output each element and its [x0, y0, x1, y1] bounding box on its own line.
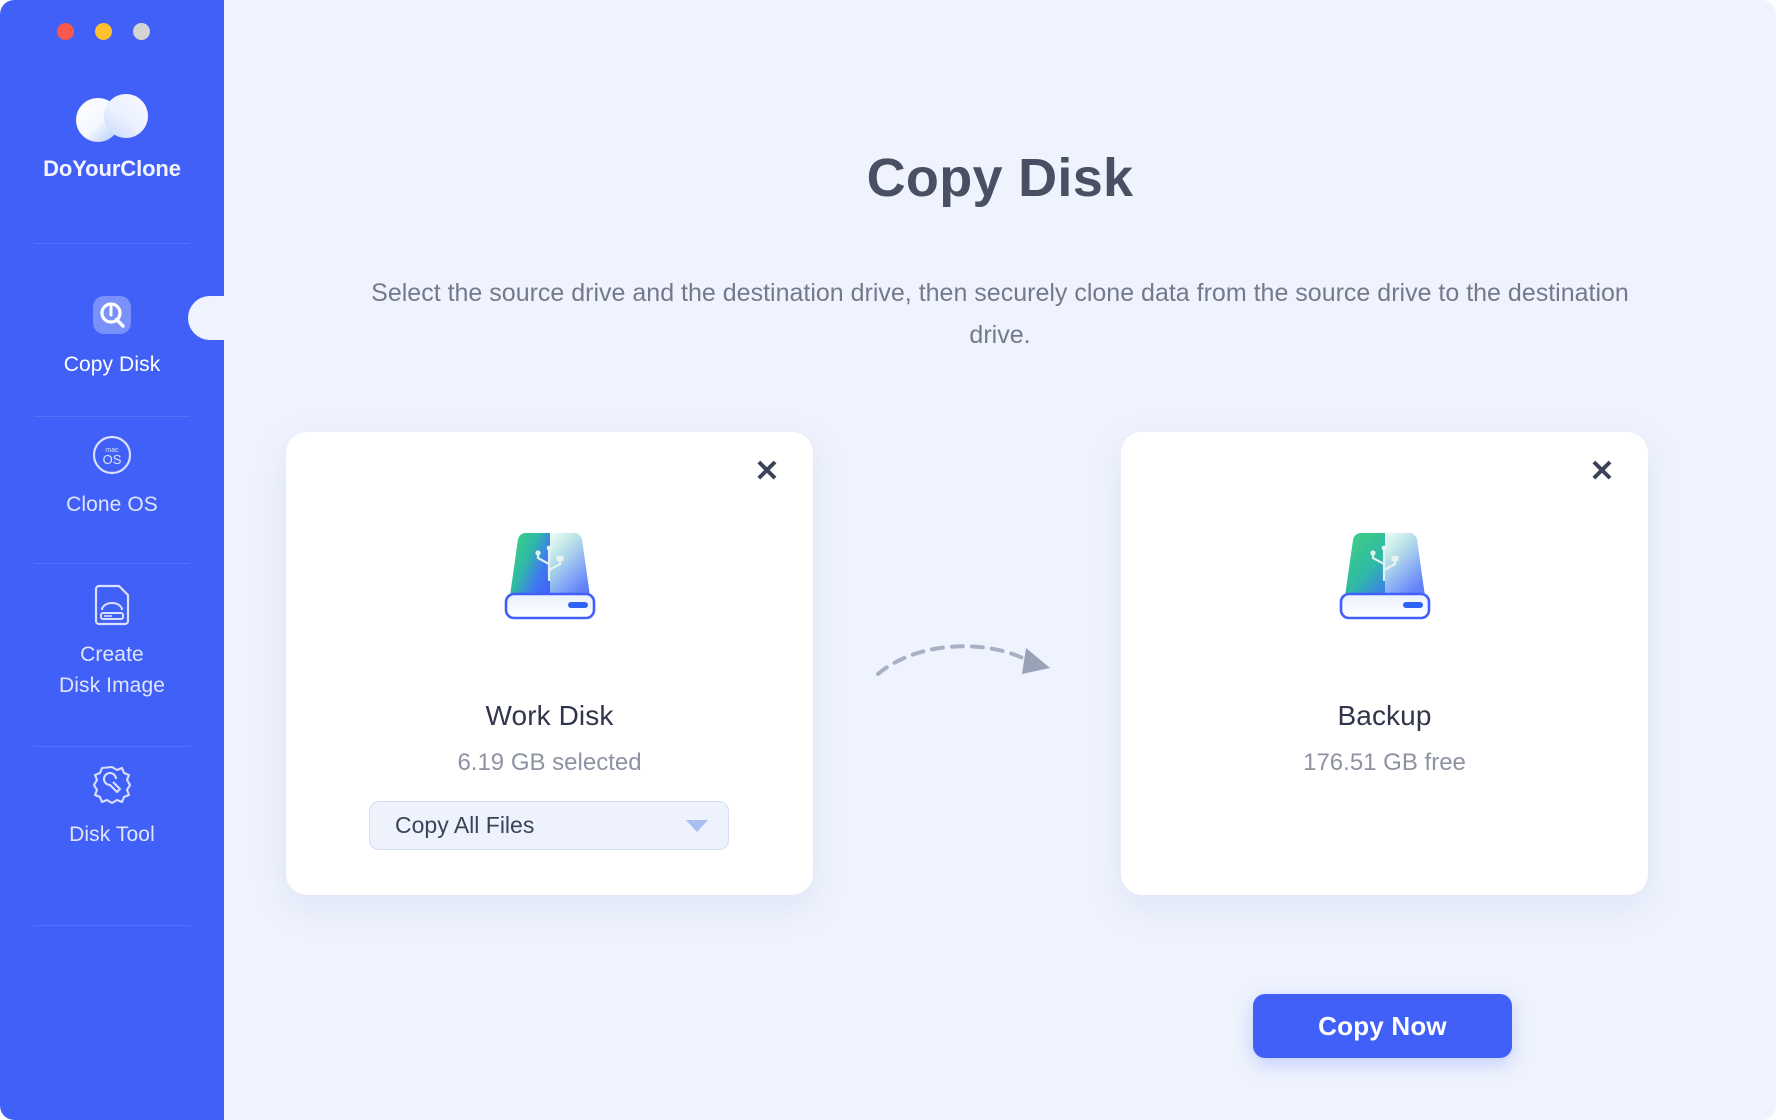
remove-source-disk-button[interactable]: ✕ — [743, 448, 791, 496]
dashed-curved-arrow-right-icon — [876, 644, 1050, 676]
page-title: Copy Disk — [866, 148, 1134, 208]
sidebar-divider-1 — [34, 243, 190, 244]
sidebar-item-disk-tool[interactable]: Disk Tool — [0, 760, 224, 850]
close-window-button[interactable] — [57, 23, 74, 40]
gear-wrench-icon — [0, 760, 224, 810]
copy-mode-value: Copy All Files — [395, 812, 535, 838]
sidebar-item-label: Disk Tool — [69, 823, 155, 846]
minimize-window-button[interactable] — [95, 23, 112, 40]
copy-now-button[interactable]: Copy Now — [1253, 994, 1512, 1058]
source-disk-graphic — [286, 520, 813, 630]
destination-disk-card[interactable]: ✕ Backup 176.51 GB free — [1121, 432, 1648, 895]
disk-image-document-icon — [0, 580, 224, 630]
macos-circle-icon: mac OS — [0, 430, 224, 480]
active-nav-indicator-fill — [210, 296, 232, 340]
remove-destination-disk-button[interactable]: ✕ — [1578, 448, 1626, 496]
destination-disk-graphic — [1121, 520, 1648, 630]
chevron-down-icon — [686, 820, 708, 832]
maximize-window-button[interactable] — [133, 23, 150, 40]
app-window: DoYourClone Copy Disk mac OS Clone OS Cr… — [0, 0, 1776, 1120]
destination-disk-meta: 176.51 GB free — [1303, 749, 1466, 776]
sidebar-item-create-disk-image[interactable]: Create Disk Image — [0, 580, 224, 701]
source-disk-card[interactable]: ✕ Work Disk 6.19 GB selected Copy All Fi… — [286, 432, 813, 895]
external-hard-drive-icon — [504, 532, 595, 620]
sidebar-item-label-line1: Create — [80, 643, 144, 666]
sidebar-item-label: Clone OS — [66, 493, 158, 516]
sidebar-divider-3 — [34, 563, 190, 564]
sidebar-divider-4 — [34, 746, 190, 747]
sidebar-item-copy-disk[interactable]: Copy Disk — [0, 290, 224, 380]
sidebar: DoYourClone Copy Disk mac OS Clone OS Cr… — [0, 0, 224, 1120]
window-traffic-lights — [57, 23, 150, 40]
sidebar-divider-5 — [34, 925, 190, 926]
main-content: Copy Disk Select the source drive and th… — [224, 0, 1776, 1120]
external-hard-drive-icon — [1339, 532, 1430, 620]
page-subtitle: Select the source drive and the destinat… — [371, 279, 1629, 349]
source-disk-meta: 6.19 GB selected — [457, 749, 642, 776]
copy-mode-select[interactable]: Copy All Files — [369, 801, 729, 850]
brand-name: DoYourClone — [43, 156, 181, 181]
destination-disk-name: Backup — [1337, 700, 1432, 731]
sidebar-divider-2 — [34, 416, 190, 417]
infinity-loop-logo-icon — [76, 94, 148, 142]
sidebar-item-label: Copy Disk — [63, 353, 161, 376]
sidebar-item-label-line2: Disk Image — [58, 674, 166, 697]
brand: DoYourClone — [0, 92, 224, 182]
source-disk-name: Work Disk — [485, 700, 614, 731]
svg-text:OS: OS — [103, 452, 122, 467]
sidebar-item-clone-os[interactable]: mac OS Clone OS — [0, 430, 224, 520]
